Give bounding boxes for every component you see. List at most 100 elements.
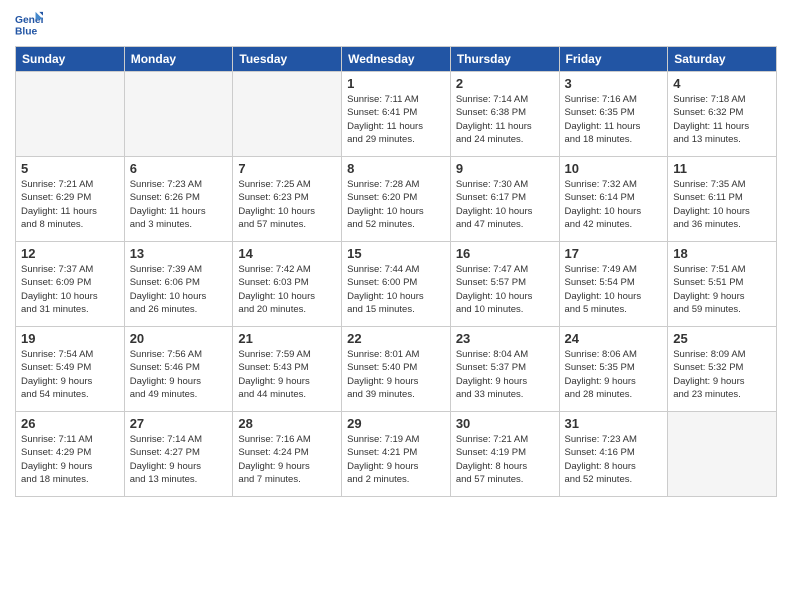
calendar-cell: 27 Sunrise: 7:14 AM Sunset: 4:27 PM Dayli… bbox=[124, 412, 233, 497]
day-info: Sunrise: 7:42 AM Sunset: 6:03 PM Dayligh… bbox=[238, 263, 336, 316]
calendar-cell bbox=[668, 412, 777, 497]
day-number: 9 bbox=[456, 161, 554, 176]
day-info: Sunrise: 7:47 AM Sunset: 5:57 PM Dayligh… bbox=[456, 263, 554, 316]
weekday-header-wednesday: Wednesday bbox=[342, 47, 451, 72]
weekday-header-friday: Friday bbox=[559, 47, 668, 72]
day-info: Sunrise: 7:14 AM Sunset: 6:38 PM Dayligh… bbox=[456, 93, 554, 146]
day-info: Sunrise: 7:28 AM Sunset: 6:20 PM Dayligh… bbox=[347, 178, 445, 231]
day-info: Sunrise: 7:23 AM Sunset: 4:16 PM Dayligh… bbox=[565, 433, 663, 486]
day-number: 3 bbox=[565, 76, 663, 91]
calendar-cell bbox=[233, 72, 342, 157]
weekday-header-monday: Monday bbox=[124, 47, 233, 72]
day-info: Sunrise: 8:04 AM Sunset: 5:37 PM Dayligh… bbox=[456, 348, 554, 401]
calendar-cell: 26 Sunrise: 7:11 AM Sunset: 4:29 PM Dayli… bbox=[16, 412, 125, 497]
day-info: Sunrise: 7:21 AM Sunset: 4:19 PM Dayligh… bbox=[456, 433, 554, 486]
day-info: Sunrise: 7:23 AM Sunset: 6:26 PM Dayligh… bbox=[130, 178, 228, 231]
calendar-cell: 20 Sunrise: 7:56 AM Sunset: 5:46 PM Dayli… bbox=[124, 327, 233, 412]
day-number: 16 bbox=[456, 246, 554, 261]
calendar-cell: 4Sunrise: 7:18 AM Sunset: 6:32 PM Daylig… bbox=[668, 72, 777, 157]
calendar-cell: 7 Sunrise: 7:25 AM Sunset: 6:23 PM Daylig… bbox=[233, 157, 342, 242]
day-number: 20 bbox=[130, 331, 228, 346]
header: General Blue bbox=[15, 10, 777, 38]
calendar-cell: 5Sunrise: 7:21 AM Sunset: 6:29 PM Daylig… bbox=[16, 157, 125, 242]
day-number: 14 bbox=[238, 246, 336, 261]
day-number: 27 bbox=[130, 416, 228, 431]
calendar-cell: 17Sunrise: 7:49 AM Sunset: 5:54 PM Dayli… bbox=[559, 242, 668, 327]
day-info: Sunrise: 7:51 AM Sunset: 5:51 PM Dayligh… bbox=[673, 263, 771, 316]
day-number: 22 bbox=[347, 331, 445, 346]
day-info: Sunrise: 7:49 AM Sunset: 5:54 PM Dayligh… bbox=[565, 263, 663, 316]
day-info: Sunrise: 7:14 AM Sunset: 4:27 PM Dayligh… bbox=[130, 433, 228, 486]
calendar-week-2: 12 Sunrise: 7:37 AM Sunset: 6:09 PM Dayli… bbox=[16, 242, 777, 327]
day-info: Sunrise: 7:25 AM Sunset: 6:23 PM Dayligh… bbox=[238, 178, 336, 231]
day-number: 29 bbox=[347, 416, 445, 431]
calendar-week-3: 19 Sunrise: 7:54 AM Sunset: 5:49 PM Dayli… bbox=[16, 327, 777, 412]
calendar-cell: 11 Sunrise: 7:35 AM Sunset: 6:11 PM Dayli… bbox=[668, 157, 777, 242]
day-number: 23 bbox=[456, 331, 554, 346]
day-info: Sunrise: 7:30 AM Sunset: 6:17 PM Dayligh… bbox=[456, 178, 554, 231]
calendar-cell bbox=[124, 72, 233, 157]
day-info: Sunrise: 7:16 AM Sunset: 6:35 PM Dayligh… bbox=[565, 93, 663, 146]
day-number: 1 bbox=[347, 76, 445, 91]
day-number: 10 bbox=[565, 161, 663, 176]
svg-text:Blue: Blue bbox=[15, 26, 38, 37]
calendar-cell: 13Sunrise: 7:39 AM Sunset: 6:06 PM Dayli… bbox=[124, 242, 233, 327]
day-number: 11 bbox=[673, 161, 771, 176]
day-number: 19 bbox=[21, 331, 119, 346]
calendar-cell: 1 Sunrise: 7:11 AM Sunset: 6:41 PM Daylig… bbox=[342, 72, 451, 157]
day-info: Sunrise: 7:32 AM Sunset: 6:14 PM Dayligh… bbox=[565, 178, 663, 231]
day-info: Sunrise: 7:54 AM Sunset: 5:49 PM Dayligh… bbox=[21, 348, 119, 401]
calendar-cell: 12 Sunrise: 7:37 AM Sunset: 6:09 PM Dayli… bbox=[16, 242, 125, 327]
calendar-cell: 31Sunrise: 7:23 AM Sunset: 4:16 PM Dayli… bbox=[559, 412, 668, 497]
calendar-cell: 23 Sunrise: 8:04 AM Sunset: 5:37 PM Dayli… bbox=[450, 327, 559, 412]
day-info: Sunrise: 7:11 AM Sunset: 4:29 PM Dayligh… bbox=[21, 433, 119, 486]
day-number: 2 bbox=[456, 76, 554, 91]
day-info: Sunrise: 7:11 AM Sunset: 6:41 PM Dayligh… bbox=[347, 93, 445, 146]
calendar-cell: 22Sunrise: 8:01 AM Sunset: 5:40 PM Dayli… bbox=[342, 327, 451, 412]
day-info: Sunrise: 8:09 AM Sunset: 5:32 PM Dayligh… bbox=[673, 348, 771, 401]
day-number: 15 bbox=[347, 246, 445, 261]
calendar-cell: 14 Sunrise: 7:42 AM Sunset: 6:03 PM Dayli… bbox=[233, 242, 342, 327]
day-number: 24 bbox=[565, 331, 663, 346]
weekday-header-thursday: Thursday bbox=[450, 47, 559, 72]
calendar-cell: 21Sunrise: 7:59 AM Sunset: 5:43 PM Dayli… bbox=[233, 327, 342, 412]
day-info: Sunrise: 7:35 AM Sunset: 6:11 PM Dayligh… bbox=[673, 178, 771, 231]
logo-icon: General Blue bbox=[15, 10, 43, 38]
weekday-header-sunday: Sunday bbox=[16, 47, 125, 72]
day-info: Sunrise: 8:06 AM Sunset: 5:35 PM Dayligh… bbox=[565, 348, 663, 401]
day-info: Sunrise: 7:56 AM Sunset: 5:46 PM Dayligh… bbox=[130, 348, 228, 401]
calendar-cell: 2 Sunrise: 7:14 AM Sunset: 6:38 PM Daylig… bbox=[450, 72, 559, 157]
day-info: Sunrise: 7:37 AM Sunset: 6:09 PM Dayligh… bbox=[21, 263, 119, 316]
calendar-cell: 18 Sunrise: 7:51 AM Sunset: 5:51 PM Dayli… bbox=[668, 242, 777, 327]
calendar-cell: 3 Sunrise: 7:16 AM Sunset: 6:35 PM Daylig… bbox=[559, 72, 668, 157]
day-number: 12 bbox=[21, 246, 119, 261]
logo: General Blue bbox=[15, 10, 47, 38]
calendar-cell: 24 Sunrise: 8:06 AM Sunset: 5:35 PM Dayli… bbox=[559, 327, 668, 412]
calendar-cell: 9 Sunrise: 7:30 AM Sunset: 6:17 PM Daylig… bbox=[450, 157, 559, 242]
day-info: Sunrise: 7:21 AM Sunset: 6:29 PM Dayligh… bbox=[21, 178, 119, 231]
calendar-cell: 29Sunrise: 7:19 AM Sunset: 4:21 PM Dayli… bbox=[342, 412, 451, 497]
calendar-cell: 16 Sunrise: 7:47 AM Sunset: 5:57 PM Dayli… bbox=[450, 242, 559, 327]
calendar-cell: 6Sunrise: 7:23 AM Sunset: 6:26 PM Daylig… bbox=[124, 157, 233, 242]
weekday-header-saturday: Saturday bbox=[668, 47, 777, 72]
day-info: Sunrise: 7:59 AM Sunset: 5:43 PM Dayligh… bbox=[238, 348, 336, 401]
calendar-week-4: 26 Sunrise: 7:11 AM Sunset: 4:29 PM Dayli… bbox=[16, 412, 777, 497]
day-number: 28 bbox=[238, 416, 336, 431]
calendar-week-1: 5Sunrise: 7:21 AM Sunset: 6:29 PM Daylig… bbox=[16, 157, 777, 242]
day-number: 26 bbox=[21, 416, 119, 431]
calendar-cell: 25 Sunrise: 8:09 AM Sunset: 5:32 PM Dayli… bbox=[668, 327, 777, 412]
calendar-table: SundayMondayTuesdayWednesdayThursdayFrid… bbox=[15, 46, 777, 497]
day-number: 25 bbox=[673, 331, 771, 346]
day-number: 7 bbox=[238, 161, 336, 176]
calendar-cell: 15 Sunrise: 7:44 AM Sunset: 6:00 PM Dayli… bbox=[342, 242, 451, 327]
calendar-cell: 19 Sunrise: 7:54 AM Sunset: 5:49 PM Dayli… bbox=[16, 327, 125, 412]
day-number: 13 bbox=[130, 246, 228, 261]
weekday-header-tuesday: Tuesday bbox=[233, 47, 342, 72]
day-info: Sunrise: 7:44 AM Sunset: 6:00 PM Dayligh… bbox=[347, 263, 445, 316]
day-info: Sunrise: 7:18 AM Sunset: 6:32 PM Dayligh… bbox=[673, 93, 771, 146]
day-info: Sunrise: 7:16 AM Sunset: 4:24 PM Dayligh… bbox=[238, 433, 336, 486]
day-number: 18 bbox=[673, 246, 771, 261]
calendar-cell: 28 Sunrise: 7:16 AM Sunset: 4:24 PM Dayli… bbox=[233, 412, 342, 497]
day-number: 30 bbox=[456, 416, 554, 431]
calendar-cell bbox=[16, 72, 125, 157]
